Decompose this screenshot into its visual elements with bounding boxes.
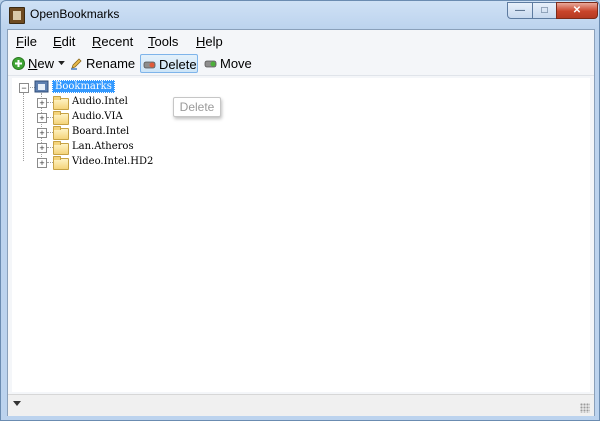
menu-recent-label: ecent <box>101 34 134 49</box>
menu-file-label: ile <box>23 34 37 49</box>
add-icon <box>12 57 25 70</box>
pencil-icon <box>71 58 82 70</box>
tree-node-label: Audio.Intel <box>72 96 128 107</box>
tree-node-label: Board.Intel <box>72 126 130 137</box>
app-icon <box>9 7 25 24</box>
menu-file-mnemonic: F <box>16 34 24 49</box>
menu-help[interactable]: Help <box>196 34 223 49</box>
delete-button-label: Delete <box>159 57 197 72</box>
tree-node[interactable]: + Board.Intel <box>12 125 212 140</box>
tree-node-root[interactable]: − Bookmarks <box>12 80 212 94</box>
tree-node-label: Video.Intel.HD2 <box>72 156 154 167</box>
delete-tooltip: Delete <box>173 97 221 117</box>
maximize-button[interactable]: □ <box>532 2 557 19</box>
minimize-button[interactable]: — <box>507 2 533 19</box>
menu-edit-mnemonic: E <box>53 34 62 49</box>
delete-icon <box>143 61 156 69</box>
new-rest: ew <box>37 56 55 71</box>
chevron-down-icon <box>58 61 65 66</box>
move-icon <box>204 60 217 68</box>
folder-icon <box>53 96 69 110</box>
rename-button-label: Rename <box>86 56 136 71</box>
window-title: OpenBookmarks <box>30 7 120 21</box>
resize-grip-icon[interactable] <box>580 403 590 413</box>
new-mnemonic: N <box>28 56 38 71</box>
menu-help-label: elp <box>205 34 223 49</box>
collapse-toggle[interactable]: − <box>19 83 29 93</box>
bookmarks-root-icon <box>34 80 49 93</box>
tree-node-label: Audio.VIA <box>72 111 123 122</box>
delete-button[interactable]: Delete <box>140 54 198 73</box>
folder-icon <box>53 156 69 170</box>
expand-toggle[interactable]: + <box>37 113 47 123</box>
close-button[interactable]: ✕ <box>556 2 598 19</box>
menu-recent-mnemonic: R <box>92 34 102 49</box>
expand-toggle[interactable]: + <box>37 128 47 138</box>
status-dropdown-icon[interactable] <box>13 401 21 406</box>
tree-node[interactable]: + Video.Intel.HD2 <box>12 155 212 170</box>
tree-node-label: Bookmarks <box>52 80 115 93</box>
menu-help-mnemonic: H <box>196 34 206 49</box>
move-button[interactable]: Move <box>202 54 254 73</box>
menu-edit[interactable]: Edit <box>53 34 75 49</box>
expand-toggle[interactable]: + <box>37 98 47 108</box>
new-button-label: New <box>28 54 54 73</box>
menu-recent[interactable]: Recent <box>92 34 133 49</box>
menu-tools-label: ools <box>154 34 179 49</box>
move-button-label: Move <box>220 56 252 71</box>
folder-icon <box>53 141 69 155</box>
bookmark-tree[interactable]: − Bookmarks + Audio.Intel + Audio.VIA + <box>12 78 590 392</box>
tree-node[interactable]: + Lan.Atheros <box>12 140 212 155</box>
client-area: File Edit Recent Tools Help New Rename D… <box>7 29 595 416</box>
app-window: OpenBookmarks — □ ✕ File Edit Recent Too… <box>0 0 600 421</box>
folder-icon <box>53 126 69 140</box>
expand-toggle[interactable]: + <box>37 158 47 168</box>
new-dropdown-button[interactable] <box>56 54 66 73</box>
menu-file[interactable]: File <box>16 34 37 49</box>
rename-button[interactable]: Rename <box>68 54 136 73</box>
new-button[interactable]: New <box>10 54 54 73</box>
title-bar[interactable]: OpenBookmarks — □ ✕ <box>1 1 599 29</box>
toolbar: New Rename Delete Move <box>8 52 594 76</box>
folder-icon <box>53 111 69 125</box>
menu-edit-label: dit <box>61 34 76 49</box>
menu-bar: File Edit Recent Tools Help <box>8 30 594 52</box>
expand-toggle[interactable]: + <box>37 143 47 153</box>
menu-tools[interactable]: Tools <box>148 34 178 49</box>
tree-node-label: Lan.Atheros <box>72 141 134 152</box>
status-bar <box>8 394 594 416</box>
